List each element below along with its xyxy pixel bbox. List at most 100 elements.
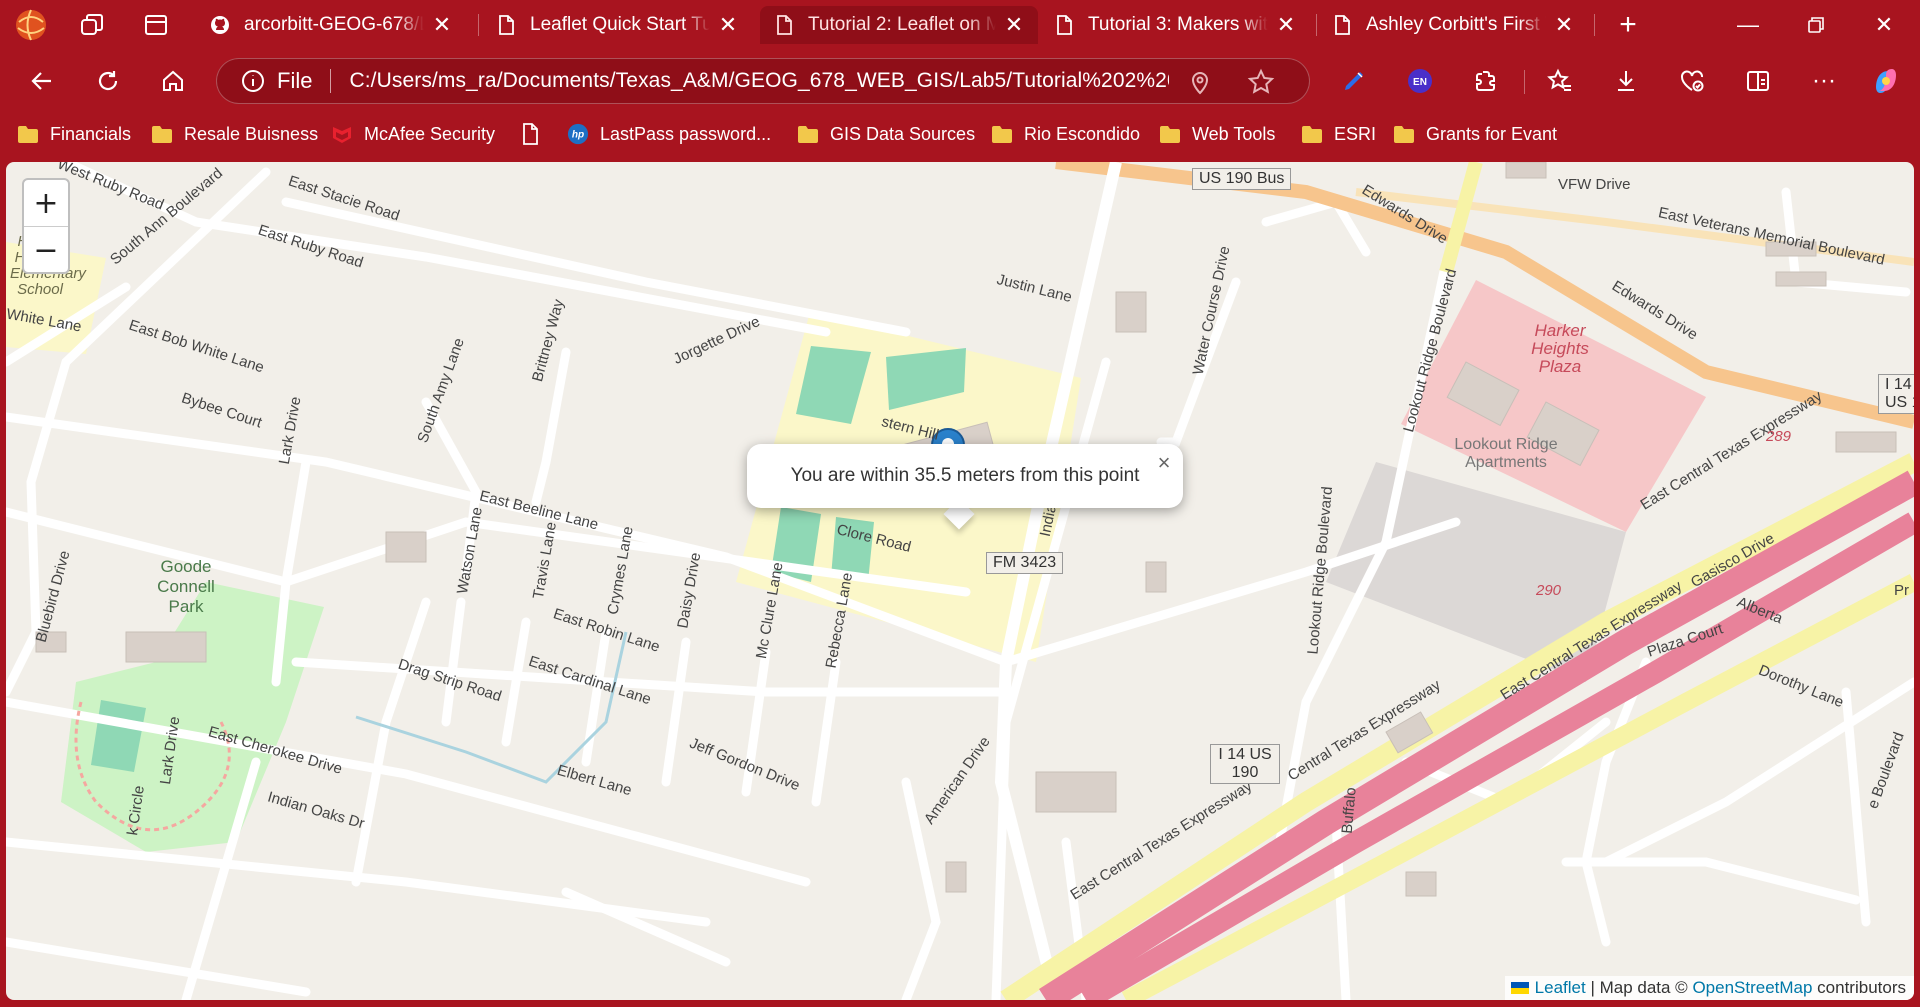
more-options-icon[interactable]: ··· <box>1806 63 1842 99</box>
route-shield: US 190 Bus <box>1192 168 1292 190</box>
back-button[interactable] <box>24 63 60 99</box>
document-icon <box>499 15 514 35</box>
close-icon[interactable]: × <box>1153 450 1175 476</box>
poi-label: Goode Connell Park <box>157 557 215 616</box>
url-text[interactable]: C:/Users/ms_ra/Documents/Texas_A&M/GEOG_… <box>349 69 1169 93</box>
tab-title: arcorbitt-GEOG-678/Lab <box>244 14 424 35</box>
github-icon <box>211 16 229 34</box>
downloads-icon[interactable] <box>1608 63 1644 99</box>
hp-icon: hp <box>567 123 589 145</box>
copilot-icon[interactable] <box>1868 63 1904 99</box>
route-shield: FM 3423 <box>986 552 1064 574</box>
route-shield: I 14 US 190 <box>1210 744 1280 784</box>
attribution-separator: | Map data © <box>1585 978 1693 997</box>
location-pin-icon[interactable] <box>1187 69 1213 95</box>
leaflet-map[interactable]: West Ruby Road East Stacie Road South An… <box>6 162 1914 1000</box>
browser-profile-avatar[interactable] <box>14 8 48 42</box>
extensions-icon[interactable] <box>1468 63 1504 99</box>
osm-link[interactable]: OpenStreetMap <box>1692 978 1812 998</box>
ukraine-flag-icon <box>1510 982 1529 994</box>
tab-divider <box>1594 14 1595 36</box>
pen-extension-icon[interactable] <box>1336 63 1372 99</box>
address-bar[interactable]: File C:/Users/ms_ra/Documents/Texas_A&M/… <box>216 58 1310 104</box>
bookmark-web-tools[interactable]: Web Tools <box>1158 120 1275 148</box>
route-shield: I 14 US 1 <box>1878 374 1914 414</box>
folder-icon <box>992 126 1012 143</box>
bookmark-label: Rio Escondido <box>1024 123 1141 144</box>
svg-text:hp: hp <box>572 130 584 141</box>
toolbar-divider <box>1524 70 1525 94</box>
tab-divider <box>478 14 479 36</box>
street-label: Pr <box>1894 582 1909 599</box>
bookmark-label: Grants for Evant <box>1426 123 1558 144</box>
bookmark-esri[interactable]: ESRI <box>1300 120 1376 148</box>
browser-essentials-icon[interactable] <box>1674 63 1710 99</box>
folder-icon <box>798 126 818 143</box>
tab-title: Ashley Corbitt's First Web Map <box>1366 14 1546 35</box>
bookmark-rio-escondido[interactable]: Rio Escondido <box>990 120 1140 148</box>
profile-badge: EN <box>1413 77 1427 88</box>
tab-title: Tutorial 2: Leaflet on Mobile <box>808 14 996 35</box>
bookmark-mcafee-security[interactable]: McAfee Security <box>330 120 495 148</box>
close-icon[interactable]: ✕ <box>714 11 742 39</box>
tab-leaflet-quick-start[interactable]: Leaflet Quick Start Tutorial ✕ <box>482 6 752 44</box>
address-divider <box>330 69 332 93</box>
poi-label: Harker Heights Plaza <box>1531 321 1589 376</box>
tab-title: Tutorial 3: Makers with Custom Icons <box>1088 14 1268 35</box>
bookmark-financials[interactable]: Financials <box>16 120 131 148</box>
folder-icon <box>152 126 172 143</box>
restore-button[interactable] <box>1784 0 1848 50</box>
bookmark-gis-data-sources[interactable]: GIS Data Sources <box>796 120 975 148</box>
bookmark-label: Financials <box>50 123 132 144</box>
folder-icon <box>1160 126 1180 143</box>
route-number: 289 <box>1766 428 1792 445</box>
bookmark-label: Resale Buisness <box>184 123 319 144</box>
favorites-bar: Financials Resale Buisness McAfee Securi… <box>0 112 1920 156</box>
location-popup: You are within 35.5 meters from this poi… <box>747 444 1183 508</box>
close-icon[interactable]: ✕ <box>1000 11 1028 39</box>
document-icon <box>777 15 792 35</box>
bookmark-label: ESRI <box>1334 123 1377 144</box>
mcafee-icon <box>333 127 351 143</box>
close-icon[interactable]: ✕ <box>1550 11 1578 39</box>
bookmark-label: Web Tools <box>1192 123 1276 144</box>
leaflet-link[interactable]: Leaflet <box>1535 978 1586 998</box>
tab-tutorial-3[interactable]: Tutorial 3: Makers with Custom Icons ✕ <box>1040 6 1310 44</box>
favorites-icon[interactable] <box>1542 63 1578 99</box>
workspaces-icon[interactable] <box>76 9 108 41</box>
close-icon[interactable]: ✕ <box>428 11 456 39</box>
bookmark-document[interactable] <box>518 120 552 148</box>
bookmark-label: McAfee Security <box>364 123 496 144</box>
scheme-label: File <box>277 68 313 93</box>
new-tab-button[interactable]: + <box>1612 8 1644 41</box>
close-icon[interactable]: ✕ <box>1272 11 1300 39</box>
vertical-tabs-icon[interactable] <box>140 9 172 41</box>
zoom-out-button[interactable]: − <box>24 227 68 272</box>
navigation-toolbar: File C:/Users/ms_ra/Documents/Texas_A&M/… <box>0 50 1920 112</box>
folder-icon <box>18 126 38 143</box>
minimize-button[interactable]: — <box>1716 0 1780 50</box>
popup-text: You are within 35.5 meters from this poi… <box>790 465 1140 486</box>
close-window-button[interactable]: ✕ <box>1852 0 1916 50</box>
document-icon <box>1057 15 1072 35</box>
tab-github-repo[interactable]: arcorbitt-GEOG-678/Lab ✕ <box>196 6 466 44</box>
tab-tutorial-2-active[interactable]: Tutorial 2: Leaflet on Mobile ✕ <box>760 6 1038 44</box>
folder-icon <box>1302 126 1322 143</box>
bookmark-lastpass[interactable]: hp LastPass password... <box>566 120 771 148</box>
tab-first-web-map[interactable]: Ashley Corbitt's First Web Map ✕ <box>1318 6 1588 44</box>
bookmark-grants-for-evant[interactable]: Grants for Evant <box>1392 120 1557 148</box>
home-button[interactable] <box>155 63 191 99</box>
refresh-button[interactable] <box>90 63 126 99</box>
tab-title: Leaflet Quick Start Tutorial <box>530 14 710 35</box>
collections-icon[interactable] <box>1740 63 1776 99</box>
poi-label: Lookout Ridge Apartments <box>1454 436 1558 471</box>
bookmark-resale-buisness[interactable]: Resale Buisness <box>150 120 318 148</box>
info-icon[interactable] <box>239 67 267 95</box>
zoom-in-button[interactable]: + <box>24 180 68 227</box>
favorite-star-icon[interactable] <box>1247 68 1275 96</box>
bookmark-label: GIS Data Sources <box>830 123 976 144</box>
bookmark-label: LastPass password... <box>600 123 772 144</box>
language-extension-icon[interactable]: EN <box>1402 63 1438 99</box>
map-attribution: Leaflet | Map data © OpenStreetMap contr… <box>1504 976 1914 1000</box>
document-icon <box>523 123 538 145</box>
